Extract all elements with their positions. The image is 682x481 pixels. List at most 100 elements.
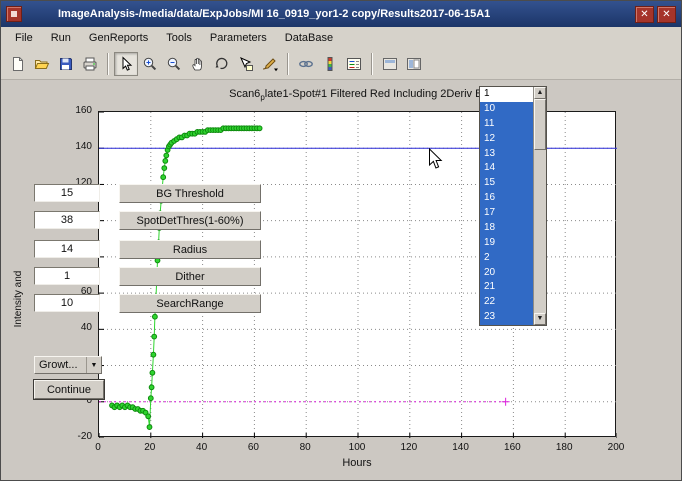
spot-list-item[interactable]: 11: [480, 117, 533, 132]
x-tick-label: 0: [83, 442, 113, 453]
pan-hand-icon: [190, 56, 206, 72]
spot-list-item[interactable]: 19: [480, 236, 533, 251]
maximize-button[interactable]: ✕: [635, 6, 654, 23]
save-icon: [58, 56, 74, 72]
continue-button[interactable]: Continue: [34, 380, 104, 399]
zoom-out-icon: [166, 56, 182, 72]
y-tick-label: 140: [50, 141, 92, 152]
dither-label: Dither: [119, 267, 261, 286]
rotate-3d-button[interactable]: [210, 52, 234, 76]
zoom-in-icon: [142, 56, 158, 72]
growth-mode-value: Growt...: [35, 357, 86, 373]
mouse-cursor: [428, 148, 444, 170]
insert-colorbar-icon: [322, 56, 338, 72]
search-range-label: SearchRange: [119, 294, 261, 313]
show-plot-tools-icon: [406, 56, 422, 72]
spot-list-item[interactable]: 21: [480, 280, 533, 295]
chevron-down-icon[interactable]: ▼: [86, 357, 101, 373]
print-icon: [82, 56, 98, 72]
x-tick-label: 40: [187, 442, 217, 453]
spot-list-item[interactable]: 13: [480, 147, 533, 162]
spot-list-item[interactable]: 14: [480, 161, 533, 176]
open-folder-icon: [34, 56, 50, 72]
menu-item-file[interactable]: File: [6, 29, 42, 47]
window-menu-icon[interactable]: [6, 6, 22, 22]
growth-mode-dropdown[interactable]: Growt... ▼: [34, 356, 102, 374]
toolbar-separator: [107, 53, 109, 75]
print-button[interactable]: [78, 52, 102, 76]
bg-threshold-input[interactable]: [34, 184, 100, 202]
dither-input[interactable]: [34, 267, 100, 285]
window-title: ImageAnalysis-/media/data/ExpJobs/MI 16_…: [22, 8, 632, 20]
open-folder-button[interactable]: [30, 52, 54, 76]
new-file-icon: [10, 56, 26, 72]
menu-bar: FileRunGenReportsToolsParametersDataBase: [1, 27, 681, 48]
toolbar: [1, 48, 681, 80]
x-tick-label: 140: [446, 442, 476, 453]
spot-list-item[interactable]: 15: [480, 176, 533, 191]
x-tick-label: 60: [238, 442, 268, 453]
x-tick-label: 100: [342, 442, 372, 453]
spot-list-item[interactable]: 20: [480, 266, 533, 281]
menu-item-genreports[interactable]: GenReports: [80, 29, 157, 47]
x-tick-label: 20: [135, 442, 165, 453]
app-window: ImageAnalysis-/media/data/ExpJobs/MI 16_…: [0, 0, 682, 481]
insert-legend-icon: [346, 56, 362, 72]
insert-colorbar-button[interactable]: [318, 52, 342, 76]
menu-item-run[interactable]: Run: [42, 29, 80, 47]
link-plot-button[interactable]: [294, 52, 318, 76]
scroll-down-icon[interactable]: ▼: [534, 313, 546, 325]
spot-list-item[interactable]: 2: [480, 251, 533, 266]
save-button[interactable]: [54, 52, 78, 76]
y-tick-label: 160: [50, 105, 92, 116]
data-cursor-icon: [238, 56, 254, 72]
spot-list-item[interactable]: 10: [480, 102, 533, 117]
new-file-button[interactable]: [6, 52, 30, 76]
spot-list-item[interactable]: 17: [480, 206, 533, 221]
menu-item-tools[interactable]: Tools: [157, 29, 201, 47]
scroll-up-icon[interactable]: ▲: [534, 87, 546, 99]
show-plot-tools-button[interactable]: [402, 52, 426, 76]
menu-item-database[interactable]: DataBase: [276, 29, 342, 47]
spot-list-item[interactable]: 23: [480, 310, 533, 325]
zoom-in-button[interactable]: [138, 52, 162, 76]
pan-hand-button[interactable]: [186, 52, 210, 76]
menu-item-parameters[interactable]: Parameters: [201, 29, 276, 47]
link-plot-icon: [298, 56, 314, 72]
rotate-3d-icon: [214, 56, 230, 72]
y-tick-label: 40: [50, 322, 92, 333]
select-arrow-button[interactable]: [114, 52, 138, 76]
zoom-out-button[interactable]: [162, 52, 186, 76]
close-button[interactable]: ✕: [657, 6, 676, 23]
x-tick-label: 200: [601, 442, 631, 453]
spot-list-item[interactable]: 1: [480, 87, 533, 102]
brush-button[interactable]: [258, 52, 282, 76]
x-tick-label: 180: [549, 442, 579, 453]
bg-threshold-label: BG Threshold: [119, 184, 261, 203]
spot-list-item[interactable]: 22: [480, 295, 533, 310]
y-axis-label: Intensity and: [13, 224, 27, 374]
figure-area: Scan6plate1-Spot#1 Filtered Red Includin…: [1, 80, 682, 481]
radius-label: Radius: [119, 240, 261, 259]
x-tick-label: 120: [394, 442, 424, 453]
scrollbar-thumb[interactable]: [534, 99, 546, 150]
hide-plot-tools-button[interactable]: [378, 52, 402, 76]
spot-det-thres-input[interactable]: [34, 211, 100, 229]
title-bar: ImageAnalysis-/media/data/ExpJobs/MI 16_…: [1, 1, 681, 27]
insert-legend-button[interactable]: [342, 52, 366, 76]
hide-plot-tools-icon: [382, 56, 398, 72]
spot-det-thres-label: SpotDetThres(1-60%): [119, 211, 261, 230]
data-cursor-button[interactable]: [234, 52, 258, 76]
spot-list-item[interactable]: 12: [480, 132, 533, 147]
spot-list-item[interactable]: 18: [480, 221, 533, 236]
spot-list-scrollbar[interactable]: ▲ ▼: [533, 87, 546, 325]
brush-icon: [261, 56, 279, 72]
select-arrow-icon: [118, 56, 134, 72]
spot-list-item[interactable]: 16: [480, 191, 533, 206]
radius-input[interactable]: [34, 240, 100, 258]
x-tick-label: 80: [290, 442, 320, 453]
search-range-input[interactable]: [34, 294, 100, 312]
toolbar-separator: [287, 53, 289, 75]
spot-number-list: 110111213141516171819220212223 ▲ ▼: [479, 86, 547, 326]
toolbar-separator: [371, 53, 373, 75]
